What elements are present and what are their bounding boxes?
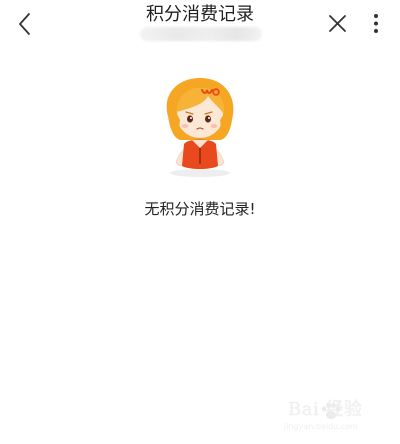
chevron-left-icon [19, 13, 30, 35]
more-options-button[interactable] [364, 9, 388, 39]
paw-icon [322, 402, 340, 420]
watermark: Bai 经验 jingyan.baidu.com [280, 398, 392, 431]
watermark-url: jingyan.baidu.com [284, 422, 358, 431]
close-icon [329, 15, 346, 32]
back-button[interactable] [10, 9, 40, 39]
top-navigation-bar: 积分消费记录 [0, 0, 400, 46]
mascot-girl-icon [166, 78, 234, 177]
more-vertical-icon [374, 14, 378, 33]
blurred-subtitle [140, 27, 262, 41]
close-button[interactable] [322, 9, 352, 39]
empty-state-illustration [158, 74, 242, 178]
empty-state-message: 无积分消费记录! [144, 200, 256, 218]
